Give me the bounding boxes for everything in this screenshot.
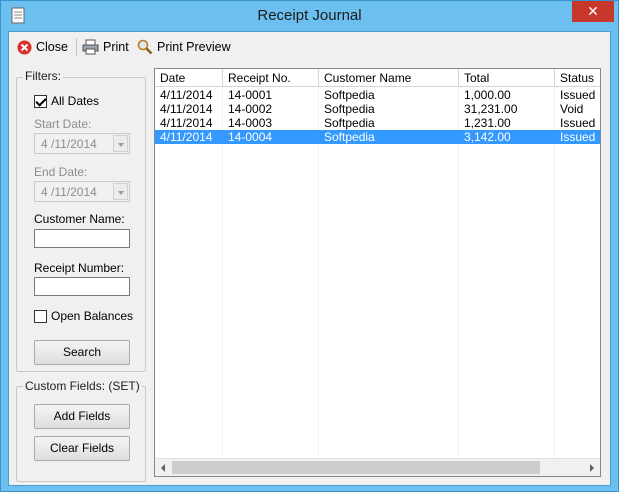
- column-header-status[interactable]: Status: [555, 69, 600, 87]
- horizontal-scrollbar[interactable]: [155, 458, 600, 476]
- window-close-button[interactable]: ✕: [572, 1, 614, 22]
- open-balances-checkbox[interactable]: [34, 310, 47, 323]
- chevron-down-icon[interactable]: [113, 135, 128, 152]
- cell-status: Issued: [560, 116, 596, 130]
- cell-receipt-no: 14-0001: [228, 88, 273, 102]
- cell-date: 4/11/2014: [160, 130, 213, 144]
- print-label: Print: [103, 40, 129, 54]
- table-row[interactable]: 4/11/2014 14-0001 Softpedia 1,000.00 Iss…: [155, 88, 600, 102]
- cell-total: 3,142.00: [464, 130, 511, 144]
- toolbar-separator: [76, 38, 77, 56]
- column-header-date[interactable]: Date: [155, 69, 223, 87]
- open-balances-label: Open Balances: [51, 309, 134, 323]
- start-date-label: Start Date:: [34, 117, 92, 131]
- scroll-right-icon[interactable]: [590, 464, 594, 472]
- clear-fields-button[interactable]: Clear Fields: [34, 436, 130, 461]
- table-row[interactable]: 4/11/2014 14-0003 Softpedia 1,231.00 Iss…: [155, 116, 600, 130]
- all-dates-checkbox[interactable]: [34, 95, 47, 108]
- add-fields-button[interactable]: Add Fields: [34, 404, 130, 429]
- close-label: Close: [36, 40, 68, 54]
- custom-fields-group: [16, 386, 146, 482]
- cell-total: 31,231.00: [464, 102, 518, 116]
- print-preview-button[interactable]: Print Preview: [137, 37, 231, 57]
- table-row[interactable]: 4/11/2014 14-0002 Softpedia 31,231.00 Vo…: [155, 102, 600, 116]
- table-header: Date Receipt No. Customer Name Total Sta…: [155, 69, 600, 87]
- scroll-left-icon[interactable]: [161, 464, 165, 472]
- cell-status: Void: [560, 102, 584, 116]
- receipt-number-input[interactable]: [34, 277, 130, 296]
- column-header-customer-name[interactable]: Customer Name: [319, 69, 459, 87]
- cell-status: Issued: [560, 130, 596, 144]
- receipt-number-label: Receipt Number:: [34, 261, 125, 275]
- close-icon: [17, 40, 32, 54]
- custom-fields-group-label: Custom Fields: (SET): [23, 379, 142, 393]
- cell-customer-name: Softpedia: [324, 102, 375, 116]
- start-date-value: 4 /11/2014: [41, 137, 97, 151]
- search-button[interactable]: Search: [34, 340, 130, 365]
- cell-total: 1,000.00: [464, 88, 511, 102]
- end-date-value: 4 /11/2014: [41, 185, 97, 199]
- chevron-down-icon[interactable]: [113, 183, 128, 200]
- column-header-receipt-no[interactable]: Receipt No.: [223, 69, 319, 87]
- scrollbar-thumb[interactable]: [172, 461, 540, 474]
- receipt-journal-window: Receipt Journal ✕ Close Print Print Prev…: [0, 0, 619, 492]
- all-dates-label: All Dates: [51, 94, 100, 108]
- end-date-label: End Date:: [34, 165, 88, 179]
- customer-name-input[interactable]: [34, 229, 130, 248]
- cell-date: 4/11/2014: [160, 88, 213, 102]
- filters-group-label: Filters:: [23, 69, 63, 83]
- title-bar[interactable]: Receipt Journal ✕: [1, 1, 618, 31]
- cell-customer-name: Softpedia: [324, 88, 375, 102]
- cell-date: 4/11/2014: [160, 116, 213, 130]
- customer-name-label: Customer Name:: [34, 212, 125, 226]
- cell-customer-name: Softpedia: [324, 116, 375, 130]
- column-header-total[interactable]: Total: [459, 69, 555, 87]
- printer-icon: [82, 39, 99, 55]
- table-row-selected[interactable]: 4/11/2014 14-0004 Softpedia 3,142.00 Iss…: [155, 130, 600, 144]
- client-area: Close Print Print Preview Filters: All D…: [8, 31, 611, 486]
- cell-date: 4/11/2014: [160, 102, 213, 116]
- cell-status: Issued: [560, 88, 596, 102]
- close-button[interactable]: Close: [17, 37, 68, 57]
- window-title: Receipt Journal: [257, 7, 362, 24]
- toolbar: Close Print Print Preview: [9, 32, 610, 62]
- print-button[interactable]: Print: [82, 37, 129, 57]
- magnifier-icon: [137, 39, 153, 55]
- cell-receipt-no: 14-0003: [228, 116, 273, 130]
- end-date-picker[interactable]: 4 /11/2014: [34, 181, 130, 202]
- print-preview-label: Print Preview: [157, 40, 231, 54]
- cell-total: 1,231.00: [464, 116, 511, 130]
- cell-customer-name: Softpedia: [324, 130, 375, 144]
- receipts-table[interactable]: Date Receipt No. Customer Name Total Sta…: [154, 68, 601, 477]
- start-date-picker[interactable]: 4 /11/2014: [34, 133, 130, 154]
- cell-receipt-no: 14-0004: [228, 130, 273, 144]
- cell-receipt-no: 14-0002: [228, 102, 273, 116]
